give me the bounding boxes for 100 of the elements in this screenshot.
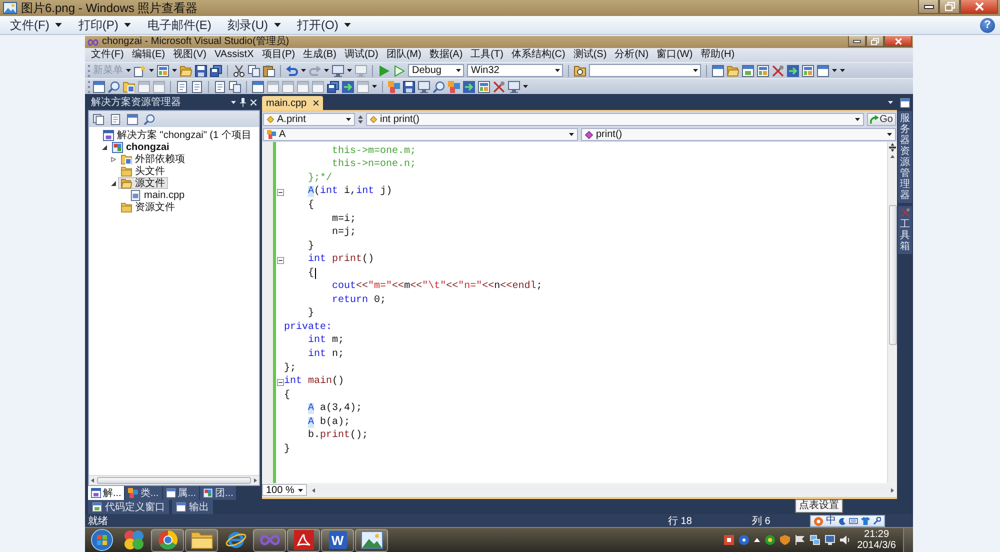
page-icon[interactable]: [110, 114, 121, 124]
caret-icon[interactable]: [172, 69, 177, 72]
triangle-icon[interactable]: [102, 144, 106, 150]
window-icon[interactable]: [712, 64, 724, 76]
taskbar-button[interactable]: [185, 528, 218, 552]
triangle-icon[interactable]: [110, 180, 116, 186]
page-icon[interactable]: [214, 80, 226, 92]
horizontal-scrollbar[interactable]: [89, 475, 259, 485]
panel-tab[interactable]: 属...: [162, 486, 200, 500]
arrow-icon[interactable]: [787, 64, 799, 76]
menu-item[interactable]: 窗口(W): [652, 48, 697, 62]
right-arrow-icon[interactable]: [891, 488, 894, 492]
shield-icon[interactable]: [780, 535, 790, 545]
splitter-icon[interactable]: [889, 143, 896, 152]
scissors-icon[interactable]: [233, 64, 245, 76]
menu-item[interactable]: 调试(D): [340, 48, 382, 62]
tree-item[interactable]: 头文件: [118, 165, 168, 177]
scrollbar-thumb[interactable]: [888, 205, 896, 345]
zoom-dropdown[interactable]: 100 %: [262, 484, 308, 496]
code-editor[interactable]: this->m=one.m; this->n=one.n; };*/ A(int i,int j) { m=i; n=j; } int print() { cout<<"m="<<m<<"\t"<<"n="<<n<<endl; return 0; } private: int m; int n; }; int main() { A a(3,4); A b(a); b.print(); }: [262, 142, 897, 483]
menu-item[interactable]: 编辑(E): [128, 48, 170, 62]
window-grid-icon[interactable]: [802, 64, 814, 76]
go-button[interactable]: Go: [866, 113, 896, 126]
up-triangle-icon[interactable]: [754, 538, 760, 542]
panel-tab[interactable]: 类...: [125, 486, 162, 500]
tree-item[interactable]: 资源文件: [118, 201, 178, 213]
crossed-tools-icon[interactable]: [493, 80, 505, 92]
window-icon[interactable]: [817, 64, 829, 76]
restore-button[interactable]: [939, 0, 960, 14]
keyboard-icon[interactable]: [849, 518, 858, 524]
menu-item[interactable]: 打开(O): [289, 16, 360, 34]
spinner-arrows-icon[interactable]: [358, 114, 363, 125]
folder-link-icon[interactable]: [123, 80, 135, 92]
menu-item[interactable]: 测试(S): [569, 48, 611, 62]
monitor-icon[interactable]: [508, 80, 520, 92]
class-dropdown[interactable]: A: [263, 128, 578, 141]
menu-item[interactable]: 生成(B): [299, 48, 340, 62]
panel-tab[interactable]: 代码定义窗口: [88, 500, 169, 514]
close-button[interactable]: [884, 36, 912, 47]
new-document-icon[interactable]: [134, 64, 146, 76]
dropdown-field[interactable]: [589, 64, 701, 77]
up-arrow-icon[interactable]: [890, 155, 895, 158]
menu-item[interactable]: 分析(N): [610, 48, 653, 62]
undo-arrow-icon[interactable]: [286, 64, 298, 76]
restore-button[interactable]: [866, 36, 884, 47]
pin-icon[interactable]: [240, 98, 246, 106]
scope-dropdown[interactable]: A.print: [263, 113, 355, 126]
start-button[interactable]: [88, 528, 116, 552]
menu-item[interactable]: 帮助(H): [696, 48, 739, 62]
menu-item[interactable]: 文件(F): [2, 16, 70, 34]
window-icon[interactable]: [127, 114, 138, 124]
magnifier-icon[interactable]: [144, 114, 155, 124]
page-stack-icon[interactable]: [93, 114, 104, 124]
speaker-icon[interactable]: [840, 535, 850, 545]
caret-icon[interactable]: [126, 69, 131, 72]
close-icon[interactable]: [312, 100, 319, 106]
left-arrow-icon[interactable]: [91, 478, 94, 483]
method-dropdown[interactable]: print(): [581, 128, 896, 141]
taskbar-button[interactable]: [355, 528, 388, 552]
magnifier-icon[interactable]: [433, 80, 445, 92]
window-icon[interactable]: [252, 80, 264, 92]
caret-icon[interactable]: [324, 69, 329, 72]
window-icon[interactable]: [742, 64, 754, 76]
tree-item[interactable]: 外部依赖项: [118, 153, 188, 165]
menu-item[interactable]: 视图(V): [169, 48, 210, 62]
panel-tab[interactable]: 团...: [200, 486, 236, 500]
taskbar-button[interactable]: W: [321, 528, 354, 552]
page-icon[interactable]: [191, 80, 203, 92]
menu-item[interactable]: 工具(T): [466, 48, 508, 62]
monitor-icon[interactable]: [418, 80, 430, 92]
menu-item[interactable]: VAssistX: [210, 48, 258, 62]
wrench-icon[interactable]: [873, 517, 881, 525]
open-folder-icon[interactable]: [727, 64, 739, 76]
menu-item[interactable]: 电子邮件(E): [139, 16, 220, 34]
caret-icon[interactable]: [888, 100, 893, 104]
window-grid-icon[interactable]: [478, 80, 490, 92]
member-dropdown[interactable]: int print(): [366, 113, 864, 126]
collapse-icon[interactable]: [276, 256, 284, 264]
horizontal-scrollbar[interactable]: [309, 485, 897, 495]
flag-icon[interactable]: [795, 535, 806, 545]
clock-button[interactable]: 21:29 2014/3/6: [851, 529, 902, 551]
side-tab[interactable]: 工具箱: [898, 206, 912, 254]
circle-icon[interactable]: [765, 535, 776, 545]
caret-icon[interactable]: [347, 69, 352, 72]
platform-dropdown[interactable]: Win32: [467, 64, 563, 77]
tree-item[interactable]: 源文件: [118, 177, 168, 189]
blocks-icon[interactable]: [448, 80, 460, 92]
caret-icon[interactable]: [372, 85, 377, 88]
arrow-icon[interactable]: [463, 80, 475, 92]
help-button[interactable]: ?: [980, 18, 995, 32]
minimize-button[interactable]: [918, 0, 939, 14]
minimize-button[interactable]: [848, 36, 866, 47]
copy-icon[interactable]: [229, 80, 241, 92]
menu-item[interactable]: 团队(M): [382, 48, 426, 62]
menu-item[interactable]: 打印(P): [70, 16, 140, 34]
menu-item[interactable]: 文件(F): [87, 48, 128, 62]
caret-icon[interactable]: [523, 85, 528, 88]
arrow-icon[interactable]: [342, 80, 354, 92]
round-badge-icon[interactable]: [739, 535, 750, 545]
window-grid-icon[interactable]: [157, 64, 169, 76]
